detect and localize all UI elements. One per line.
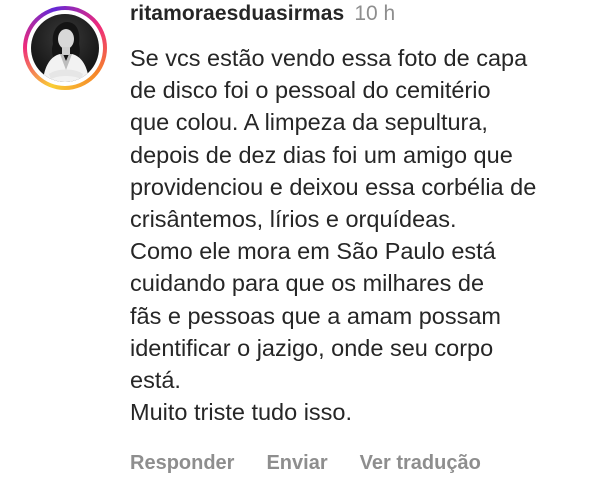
- comment-timestamp: 10 h: [354, 2, 396, 25]
- comment-actions: Responder Enviar Ver tradução: [130, 452, 481, 475]
- avatar-story-ring[interactable]: [23, 6, 107, 90]
- comment-header: ritamoraesduasirmas 10 h: [130, 2, 395, 30]
- reply-button[interactable]: Responder: [130, 452, 234, 475]
- send-button[interactable]: Enviar: [266, 452, 327, 475]
- avatar-ring-gap: [27, 10, 103, 86]
- comment-text-line: Como ele mora em São Paulo está: [130, 238, 496, 265]
- see-translation-button[interactable]: Ver tradução: [360, 452, 481, 475]
- username-link[interactable]: ritamoraesduasirmas: [130, 2, 344, 26]
- comment-text-line: está.: [130, 367, 181, 394]
- comment-text-line: fãs e pessoas que a amam possam: [130, 302, 501, 329]
- comment-text-line: que colou. A limpeza da sepultura,: [130, 109, 488, 136]
- comment-text-line: cuidando para que os milhares de: [130, 270, 485, 297]
- comment-text-line: depois de dez dias foi um amigo que: [130, 141, 513, 168]
- comment-text-line: providenciou e deixou essa corbélia de: [130, 173, 537, 200]
- comment-text-line: de disco foi o pessoal do cemitério: [130, 77, 491, 104]
- comment: ritamoraesduasirmas 10 h Se vcs estão ve…: [0, 0, 614, 481]
- comment-text-line: Se vcs estão vendo essa foto de capa: [130, 45, 528, 71]
- comment-text-line: identificar o jazigo, onde seu corpo: [130, 334, 494, 361]
- comment-text-line: crisântemos, lírios e orquídeas.: [130, 206, 457, 233]
- comment-text: Se vcs estão vendo essa foto de capa de …: [130, 42, 610, 428]
- avatar[interactable]: [31, 14, 99, 82]
- comment-text-line: Muito triste tudo isso.: [130, 399, 353, 426]
- profile-photo-icon: [43, 22, 89, 82]
